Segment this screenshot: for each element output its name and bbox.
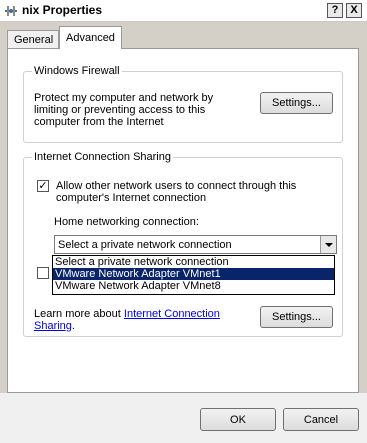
chevron-down-icon: [325, 243, 333, 247]
windows-firewall-legend: Windows Firewall: [32, 65, 122, 77]
home-networking-dropdown-list: Select a private network connection VMwa…: [52, 255, 335, 295]
dropdown-arrow-button[interactable]: [320, 236, 336, 253]
ok-button[interactable]: OK: [200, 408, 276, 431]
learn-more-text: Learn more about Internet Connection Sha…: [34, 308, 239, 332]
advanced-tab-panel: Windows Firewall Protect my computer and…: [7, 48, 359, 393]
firewall-description: Protect my computer and network by limit…: [34, 92, 214, 128]
dropdown-option[interactable]: Select a private network connection: [53, 256, 334, 268]
home-networking-label: Home networking connection:: [54, 216, 199, 228]
dropdown-option[interactable]: VMware Network Adapter VMnet8: [53, 280, 334, 292]
properties-dialog: nix Properties ? X General Advanced Wind…: [0, 0, 367, 443]
internet-connection-sharing-group: Internet Connection Sharing ✓ Allow othe…: [23, 151, 343, 337]
learn-more-prefix: Learn more about: [34, 308, 121, 320]
firewall-settings-button[interactable]: Settings...: [260, 92, 333, 114]
ics-settings-button[interactable]: Settings...: [260, 306, 333, 328]
dropdown-option-selected[interactable]: VMware Network Adapter VMnet1: [53, 268, 334, 280]
dialog-footer: OK Cancel: [0, 393, 367, 443]
ics-legend: Internet Connection Sharing: [32, 151, 173, 163]
tab-advanced[interactable]: Advanced: [59, 26, 122, 49]
help-button[interactable]: ?: [327, 3, 343, 18]
allow-sharing-label: Allow other network users to connect thr…: [56, 180, 297, 204]
home-networking-combobox[interactable]: Select a private network connection: [54, 235, 337, 254]
window-title: nix Properties: [22, 3, 103, 17]
second-sharing-checkbox[interactable]: [37, 267, 49, 279]
learn-more-suffix: .: [71, 320, 75, 332]
windows-firewall-group: Windows Firewall Protect my computer and…: [23, 65, 343, 143]
allow-sharing-checkbox[interactable]: ✓: [37, 180, 49, 192]
close-button[interactable]: X: [346, 3, 362, 18]
title-bar: nix Properties ? X: [0, 0, 367, 22]
cancel-button[interactable]: Cancel: [283, 408, 359, 431]
combobox-value: Select a private network connection: [58, 239, 232, 251]
network-connection-icon: [5, 6, 17, 16]
tab-general[interactable]: General: [7, 30, 59, 49]
